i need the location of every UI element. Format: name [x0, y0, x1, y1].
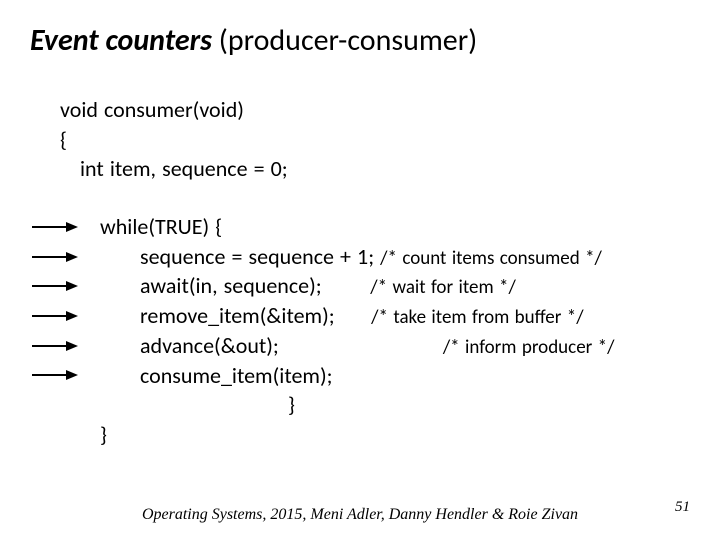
decl-line: int item, sequence = 0;: [80, 154, 690, 184]
await-row: await(in, sequence); /* wait for item */: [30, 271, 690, 301]
await-line: await(in, sequence); /* wait for item */: [88, 271, 690, 301]
advance-comment: /* inform producer */: [443, 336, 615, 359]
loop-block: while(TRUE) { sequence = sequence + 1; /…: [30, 212, 690, 450]
page-number: 51: [675, 499, 690, 516]
slide-title: Event counters (producer-consumer): [30, 22, 690, 59]
seq-line: sequence = sequence + 1; /* count items …: [88, 242, 690, 272]
arrow-icon: [30, 368, 88, 382]
while-row: while(TRUE) {: [30, 212, 690, 242]
advance-line: advance(&out); /* inform producer */: [88, 331, 690, 361]
remove-line: remove_item(&item); /* take item from bu…: [88, 301, 690, 331]
code-block: void consumer(void) { int item, sequence…: [30, 95, 690, 450]
seq-comment: /* count items consumed */: [380, 247, 602, 270]
slide: Event counters (producer-consumer) void …: [0, 0, 720, 540]
arrow-icon: [30, 339, 88, 353]
await-comment: /* wait for item */: [370, 276, 516, 299]
title-rest: (producer-consumer): [212, 22, 477, 59]
arrow-icon: [30, 279, 88, 293]
consume-line: consume_item(item);: [88, 361, 690, 391]
inner-close-brace: }: [288, 390, 295, 420]
advance-stmt: advance(&out);: [140, 332, 279, 359]
consume-row: consume_item(item);: [30, 361, 690, 391]
outer-close-brace: }: [100, 420, 690, 450]
fn-signature: void consumer(void): [60, 95, 690, 125]
brace-open: {: [60, 125, 690, 155]
inner-close-row: }: [30, 390, 690, 420]
title-bold: Event counters: [30, 22, 212, 59]
footer-text: Operating Systems, 2015, Meni Adler, Dan…: [0, 506, 720, 524]
seq-row: sequence = sequence + 1; /* count items …: [30, 242, 690, 272]
remove-row: remove_item(&item); /* take item from bu…: [30, 301, 690, 331]
await-stmt: await(in, sequence);: [140, 272, 322, 299]
remove-comment: /* take item from buffer */: [371, 306, 583, 329]
arrow-icon: [30, 220, 88, 234]
arrow-icon: [30, 250, 88, 264]
while-line: while(TRUE) {: [88, 212, 690, 242]
remove-stmt: remove_item(&item);: [140, 302, 335, 329]
seq-stmt: sequence = sequence + 1;: [140, 243, 374, 270]
arrow-icon: [30, 309, 88, 323]
advance-row: advance(&out); /* inform producer */: [30, 331, 690, 361]
